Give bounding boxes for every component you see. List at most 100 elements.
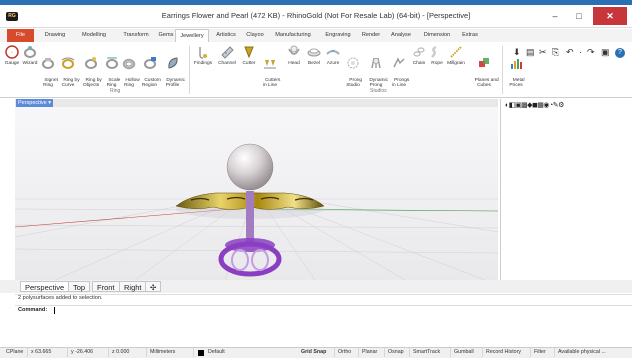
tab-gems[interactable]: Gems bbox=[158, 29, 174, 42]
rope-button[interactable]: Rope bbox=[429, 45, 445, 67]
viewport-canvas[interactable] bbox=[15, 107, 498, 280]
properties-icon[interactable]: ▤ bbox=[526, 47, 535, 58]
planes-and-cubes-button[interactable]: Planes and Cubes bbox=[468, 45, 500, 95]
layer-status[interactable]: Default bbox=[205, 348, 298, 357]
tab-drawing[interactable]: Drawing bbox=[38, 29, 72, 42]
panel-toolbar-icons[interactable]: ◐◧▣▩◆◼▦◉◔✎⚙ bbox=[505, 101, 564, 111]
perspective-viewport[interactable] bbox=[15, 107, 498, 280]
signet-ring-button[interactable]: Signet Ring bbox=[39, 45, 58, 95]
cut-icon[interactable]: ✂ bbox=[539, 47, 547, 58]
azure-label: Azure bbox=[326, 61, 340, 66]
prongs-in-line-label: Prongs in Line bbox=[391, 77, 410, 89]
tab-modelling[interactable]: Modelling bbox=[74, 29, 114, 42]
copy-icon[interactable]: ⎘ bbox=[552, 47, 559, 58]
grid-snap-toggle[interactable]: Grid Snap bbox=[298, 348, 335, 357]
millgrain-button[interactable]: Millgrain bbox=[445, 45, 467, 67]
osnap-toggle[interactable]: Osnap bbox=[385, 348, 410, 357]
gauge-label: Gauge bbox=[4, 61, 20, 66]
layer-color-swatch bbox=[198, 350, 204, 356]
hollow-ring-label: Hollow Ring bbox=[124, 77, 140, 89]
head-button[interactable]: Head bbox=[285, 45, 303, 67]
dynamic-prong-icon bbox=[371, 58, 381, 69]
ring-by-curve-button[interactable]: Ring by Curve bbox=[58, 45, 80, 95]
chain-button[interactable]: Chain bbox=[410, 45, 428, 67]
tab-extras[interactable]: Extras bbox=[457, 29, 483, 42]
maximize-button[interactable]: □ bbox=[568, 7, 590, 25]
add-viewport-icon[interactable]: ✣ bbox=[145, 281, 162, 292]
undo-icon[interactable]: ↶ bbox=[566, 47, 574, 58]
smarttrack-toggle[interactable]: SmartTrack bbox=[410, 348, 451, 357]
wizard-button[interactable]: Wizard bbox=[21, 45, 39, 67]
help-icon[interactable]: ? bbox=[615, 48, 625, 58]
command-line[interactable] bbox=[15, 305, 632, 316]
rope-label: Rope bbox=[431, 61, 443, 66]
custom-region-button[interactable]: Custom Region bbox=[139, 45, 161, 95]
prongs-in-line-button[interactable]: Prongs in Line bbox=[388, 45, 410, 95]
ribbon-tab-bar: File Drawing Modelling Transform Gems Je… bbox=[0, 29, 632, 43]
cutter-icon bbox=[244, 46, 254, 59]
channel-button[interactable]: Channel bbox=[216, 45, 238, 67]
text-cursor bbox=[54, 307, 55, 314]
cutter-button[interactable]: Cutter bbox=[240, 45, 258, 67]
planar-toggle[interactable]: Planar bbox=[359, 348, 385, 357]
dynamic-profile-button[interactable]: Dynamic Profile bbox=[161, 45, 185, 95]
view-tab-front[interactable]: Front bbox=[92, 281, 120, 292]
bezel-button[interactable]: Bezel bbox=[305, 45, 323, 67]
cutters-in-line-label: Cutters in Line bbox=[262, 77, 281, 89]
minimize-button[interactable]: – bbox=[544, 7, 566, 25]
signet-ring-icon bbox=[42, 58, 54, 70]
download-icon[interactable]: ⬇ bbox=[513, 47, 521, 58]
metal-prices-label: Metal Prices bbox=[509, 77, 525, 89]
tab-jewellery[interactable]: Jewellery bbox=[175, 29, 209, 43]
ring-wizard-icon bbox=[24, 46, 36, 58]
tab-manufacturing[interactable]: Manufacturing bbox=[268, 29, 318, 42]
record-history-toggle[interactable]: Record History bbox=[483, 348, 531, 357]
x-coordinate: x 63.665 bbox=[28, 348, 68, 357]
channel-label: Channel bbox=[218, 61, 236, 66]
prong-studio-button[interactable]: Prong Studio bbox=[343, 45, 363, 95]
viewport-menu-icon[interactable]: ▾ bbox=[48, 100, 51, 106]
view-tab-right[interactable]: Right bbox=[119, 281, 147, 292]
viewport-name: Perspective bbox=[18, 100, 47, 106]
azure-icon bbox=[326, 49, 340, 55]
redo-icon[interactable]: ↷ bbox=[587, 47, 595, 58]
cutters-in-line-button[interactable]: Cutters in Line bbox=[259, 45, 281, 95]
dropdown-dot-icon[interactable]: · bbox=[579, 47, 582, 57]
ribbon-panel: ◦ Gauge Wizard Signet Ring Ring by Curve… bbox=[0, 42, 632, 98]
hollow-ring-button[interactable]: Hollow Ring bbox=[120, 45, 140, 95]
findings-label: Findings bbox=[193, 61, 213, 66]
ring-by-objects-button[interactable]: Ring by Objects bbox=[79, 45, 103, 95]
tab-clayoo[interactable]: Clayoo bbox=[243, 29, 267, 42]
save-icon[interactable]: ▣ bbox=[601, 47, 610, 58]
tab-engraving[interactable]: Engraving bbox=[320, 29, 356, 42]
findings-button[interactable]: Findings bbox=[192, 45, 214, 67]
channel-icon bbox=[221, 46, 234, 59]
ring-curve-icon bbox=[61, 57, 75, 70]
gumball-toggle[interactable]: Gumball bbox=[451, 348, 483, 357]
cplane-status[interactable]: CPlane bbox=[3, 348, 28, 357]
scale-ring-label: Scale Ring bbox=[106, 77, 121, 89]
tab-dimension[interactable]: Dimension bbox=[419, 29, 455, 42]
view-tab-top[interactable]: Top bbox=[68, 281, 91, 292]
gauge-button[interactable]: ◦ Gauge bbox=[3, 45, 21, 67]
properties-panel[interactable] bbox=[500, 99, 632, 280]
tab-render[interactable]: Render bbox=[358, 29, 384, 42]
signet-ring-label: Signet Ring bbox=[43, 77, 58, 89]
head-label: Head bbox=[288, 61, 300, 66]
tab-artistics[interactable]: Artistics bbox=[211, 29, 241, 42]
pearl bbox=[226, 143, 274, 191]
rope-icon bbox=[431, 45, 437, 58]
azure-button[interactable]: Azure bbox=[324, 45, 342, 67]
close-button[interactable]: ✕ bbox=[593, 7, 627, 25]
tab-transform[interactable]: Transform bbox=[116, 29, 156, 42]
ortho-toggle[interactable]: Ortho bbox=[335, 348, 359, 357]
filter-toggle[interactable]: Filter bbox=[531, 348, 555, 357]
prong-studio-icon bbox=[347, 57, 359, 69]
units-status[interactable]: Millimeters bbox=[147, 348, 194, 357]
planes-and-cubes-label: Planes and Cubes bbox=[474, 77, 499, 89]
viewport-title[interactable]: Perspective ▾ bbox=[16, 99, 54, 107]
command-prompt: Command: bbox=[18, 307, 48, 313]
view-tab-perspective[interactable]: Perspective bbox=[20, 281, 70, 292]
tab-file[interactable]: File bbox=[7, 29, 34, 42]
tab-analyse[interactable]: Analyse bbox=[386, 29, 416, 42]
